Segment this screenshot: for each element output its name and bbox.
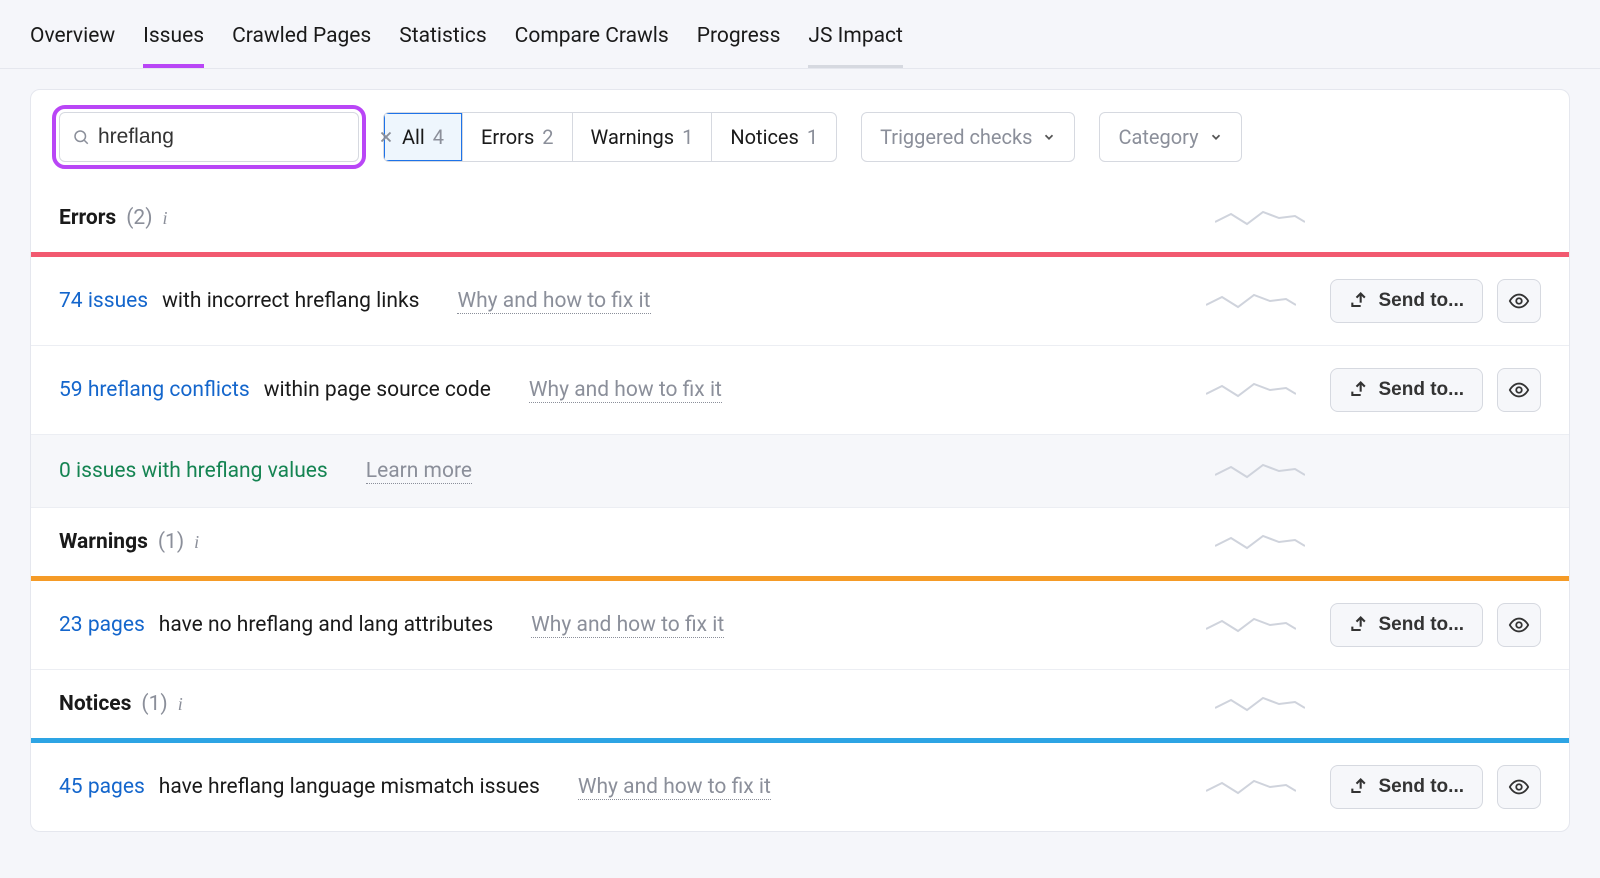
sparkline-icon	[1206, 376, 1296, 404]
sparkline-icon	[1206, 773, 1296, 801]
issue-row: 74 issues with incorrect hreflang links …	[31, 257, 1569, 346]
errors-section-header: Errors (2) i	[31, 184, 1569, 252]
errors-title: Errors	[59, 206, 116, 230]
filter-notices-label: Notices	[730, 125, 798, 149]
send-to-label: Send to...	[1379, 614, 1465, 636]
share-arrow-icon	[1349, 777, 1369, 797]
search-field-wrap	[59, 112, 359, 162]
view-button[interactable]	[1497, 279, 1541, 323]
why-how-fix-link[interactable]: Why and how to fix it	[531, 613, 724, 638]
filter-warnings-count: 1	[682, 125, 693, 149]
category-label: Category	[1118, 125, 1198, 149]
learn-more-link[interactable]: Learn more	[366, 459, 472, 484]
issue-link[interactable]: 74 issues	[59, 289, 148, 313]
send-to-button[interactable]: Send to...	[1330, 279, 1484, 323]
eye-icon	[1508, 290, 1530, 312]
filter-notices-count: 1	[807, 125, 818, 149]
issue-row: 45 pages have hreflang language mismatch…	[31, 743, 1569, 831]
filter-all[interactable]: All 4	[384, 113, 463, 161]
eye-icon	[1508, 379, 1530, 401]
warnings-title: Warnings	[59, 530, 148, 554]
send-to-label: Send to...	[1379, 776, 1465, 798]
tab-progress[interactable]: Progress	[697, 14, 781, 68]
errors-count: (2)	[126, 206, 152, 230]
filter-all-label: All	[402, 125, 425, 149]
why-how-fix-link[interactable]: Why and how to fix it	[529, 378, 722, 403]
eye-icon	[1508, 776, 1530, 798]
filters-bar: All 4 Errors 2 Warnings 1 Notices 1 Trig…	[31, 90, 1569, 184]
sparkline-icon	[1215, 528, 1305, 556]
notices-count: (1)	[141, 692, 167, 716]
tab-compare-crawls[interactable]: Compare Crawls	[515, 14, 669, 68]
info-icon[interactable]: i	[178, 694, 183, 715]
tab-issues[interactable]: Issues	[143, 14, 204, 68]
issue-link[interactable]: 0 issues with hreflang values	[59, 459, 328, 483]
issue-link[interactable]: 59 hreflang conflicts	[59, 378, 250, 402]
issue-desc: have no hreflang and lang attributes	[159, 613, 493, 637]
eye-icon	[1508, 614, 1530, 636]
tab-crawled-pages[interactable]: Crawled Pages	[232, 14, 371, 68]
share-arrow-icon	[1349, 380, 1369, 400]
triggered-checks-dropdown[interactable]: Triggered checks	[861, 112, 1075, 162]
view-button[interactable]	[1497, 765, 1541, 809]
notices-title: Notices	[59, 692, 131, 716]
sparkline-icon	[1206, 611, 1296, 639]
category-dropdown[interactable]: Category	[1099, 112, 1241, 162]
why-how-fix-link[interactable]: Why and how to fix it	[457, 289, 650, 314]
sparkline-icon	[1215, 204, 1305, 232]
type-filter-segmented: All 4 Errors 2 Warnings 1 Notices 1	[383, 112, 837, 162]
issue-link[interactable]: 45 pages	[59, 775, 145, 799]
notices-section-header: Notices (1) i	[31, 670, 1569, 738]
info-icon[interactable]: i	[163, 208, 168, 229]
send-to-button[interactable]: Send to...	[1330, 765, 1484, 809]
filter-warnings[interactable]: Warnings 1	[573, 113, 713, 161]
tab-js-impact[interactable]: JS Impact	[808, 14, 902, 68]
main-tabs: Overview Issues Crawled Pages Statistics…	[0, 0, 1600, 69]
sparkline-icon	[1215, 690, 1305, 718]
filter-all-count: 4	[433, 125, 444, 149]
send-to-button[interactable]: Send to...	[1330, 603, 1484, 647]
search-icon	[72, 128, 90, 146]
warnings-section-header: Warnings (1) i	[31, 508, 1569, 576]
filter-errors-count: 2	[542, 125, 553, 149]
info-icon[interactable]: i	[194, 532, 199, 553]
tab-statistics[interactable]: Statistics	[399, 14, 486, 68]
issue-link[interactable]: 23 pages	[59, 613, 145, 637]
issue-row-zero: 0 issues with hreflang values Learn more	[31, 435, 1569, 508]
filter-errors-label: Errors	[481, 125, 534, 149]
clear-search-icon[interactable]	[377, 128, 395, 146]
share-arrow-icon	[1349, 615, 1369, 635]
share-arrow-icon	[1349, 291, 1369, 311]
issue-desc: have hreflang language mismatch issues	[159, 775, 540, 799]
view-button[interactable]	[1497, 603, 1541, 647]
view-button[interactable]	[1497, 368, 1541, 412]
filter-notices[interactable]: Notices 1	[712, 113, 836, 161]
chevron-down-icon	[1042, 130, 1056, 144]
issue-desc: within page source code	[264, 378, 491, 402]
issues-panel: All 4 Errors 2 Warnings 1 Notices 1 Trig…	[30, 89, 1570, 832]
filter-errors[interactable]: Errors 2	[463, 113, 572, 161]
sparkline-icon	[1206, 287, 1296, 315]
tab-overview[interactable]: Overview	[30, 14, 115, 68]
issue-desc: with incorrect hreflang links	[162, 289, 419, 313]
why-how-fix-link[interactable]: Why and how to fix it	[578, 775, 771, 800]
search-input[interactable]	[90, 125, 377, 149]
send-to-button[interactable]: Send to...	[1330, 368, 1484, 412]
filter-warnings-label: Warnings	[591, 125, 675, 149]
issue-row: 59 hreflang conflicts within page source…	[31, 346, 1569, 435]
warnings-count: (1)	[158, 530, 184, 554]
sparkline-icon	[1215, 457, 1305, 485]
triggered-checks-label: Triggered checks	[880, 125, 1032, 149]
issue-row: 23 pages have no hreflang and lang attri…	[31, 581, 1569, 670]
send-to-label: Send to...	[1379, 379, 1465, 401]
send-to-label: Send to...	[1379, 290, 1465, 312]
chevron-down-icon	[1209, 130, 1223, 144]
